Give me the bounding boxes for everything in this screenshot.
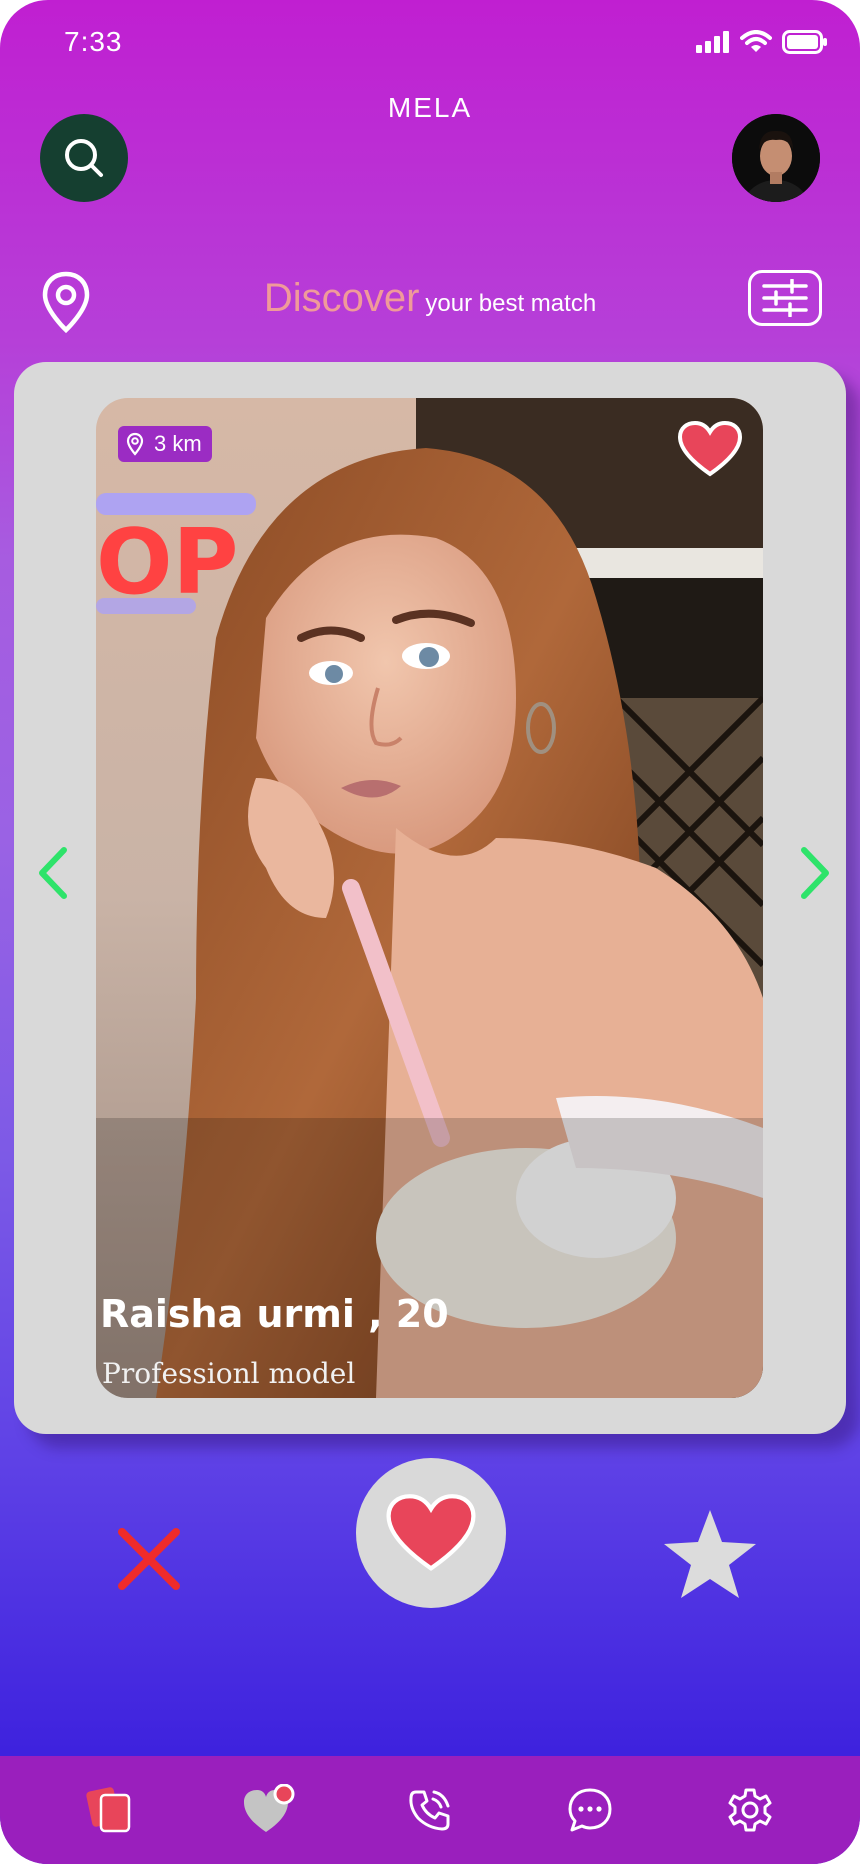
svg-text:OP: OP xyxy=(96,510,238,615)
sliders-icon xyxy=(762,279,808,317)
filter-button[interactable] xyxy=(748,270,822,326)
heart-icon xyxy=(386,1494,476,1571)
previous-profile-button[interactable] xyxy=(36,846,72,900)
close-icon xyxy=(118,1528,180,1590)
phone-call-icon xyxy=(409,1790,450,1831)
profile-name-age: Raisha urmi , 20 xyxy=(100,1292,449,1336)
distance-badge: 3 km xyxy=(118,426,212,462)
status-icons xyxy=(696,30,828,54)
cards-icon xyxy=(86,1787,131,1833)
status-time: 7:33 xyxy=(64,26,123,57)
user-avatar[interactable] xyxy=(732,114,820,202)
profile-occupation: Professionl model xyxy=(102,1357,356,1390)
dislike-button[interactable] xyxy=(116,1526,182,1592)
heart-icon xyxy=(677,420,743,477)
nav-likes[interactable] xyxy=(238,1778,302,1842)
battery-icon xyxy=(782,30,827,54)
nav-calls[interactable] xyxy=(398,1778,462,1842)
next-profile-button[interactable] xyxy=(796,846,832,900)
search-button[interactable] xyxy=(40,114,128,202)
card-like-button[interactable] xyxy=(677,420,743,478)
avatar-image xyxy=(732,114,820,202)
nav-cards[interactable] xyxy=(78,1778,142,1842)
discover-tagline: your best match xyxy=(425,290,597,317)
likes-icon xyxy=(244,1784,295,1832)
super-like-button[interactable] xyxy=(662,1508,758,1602)
search-icon xyxy=(65,139,103,177)
like-button[interactable] xyxy=(356,1458,506,1608)
distance-text: 3 km xyxy=(154,431,202,456)
discover-heading: Discover your best match xyxy=(0,276,860,321)
wifi-icon xyxy=(740,30,772,52)
chevron-left-icon xyxy=(39,847,67,899)
signal-icon xyxy=(696,31,729,53)
nav-chat[interactable] xyxy=(558,1778,622,1842)
chevron-right-icon xyxy=(801,847,829,899)
profile-photo: OP xyxy=(96,398,763,1398)
profile-photo-card[interactable]: OP 3 km Raisha urmi , 20 Professionl mod… xyxy=(96,398,763,1398)
nav-settings[interactable] xyxy=(718,1778,782,1842)
location-pin-icon xyxy=(126,432,144,456)
discover-word: Discover xyxy=(263,276,420,320)
settings-icon xyxy=(728,1788,772,1832)
bottom-navigation xyxy=(0,1756,860,1864)
app-brand: MELA xyxy=(387,92,473,123)
chat-icon xyxy=(568,1788,612,1832)
phone-screen: 7:33 MELA Discover your best match OP 3 … xyxy=(0,0,860,1864)
star-icon xyxy=(664,1510,756,1598)
